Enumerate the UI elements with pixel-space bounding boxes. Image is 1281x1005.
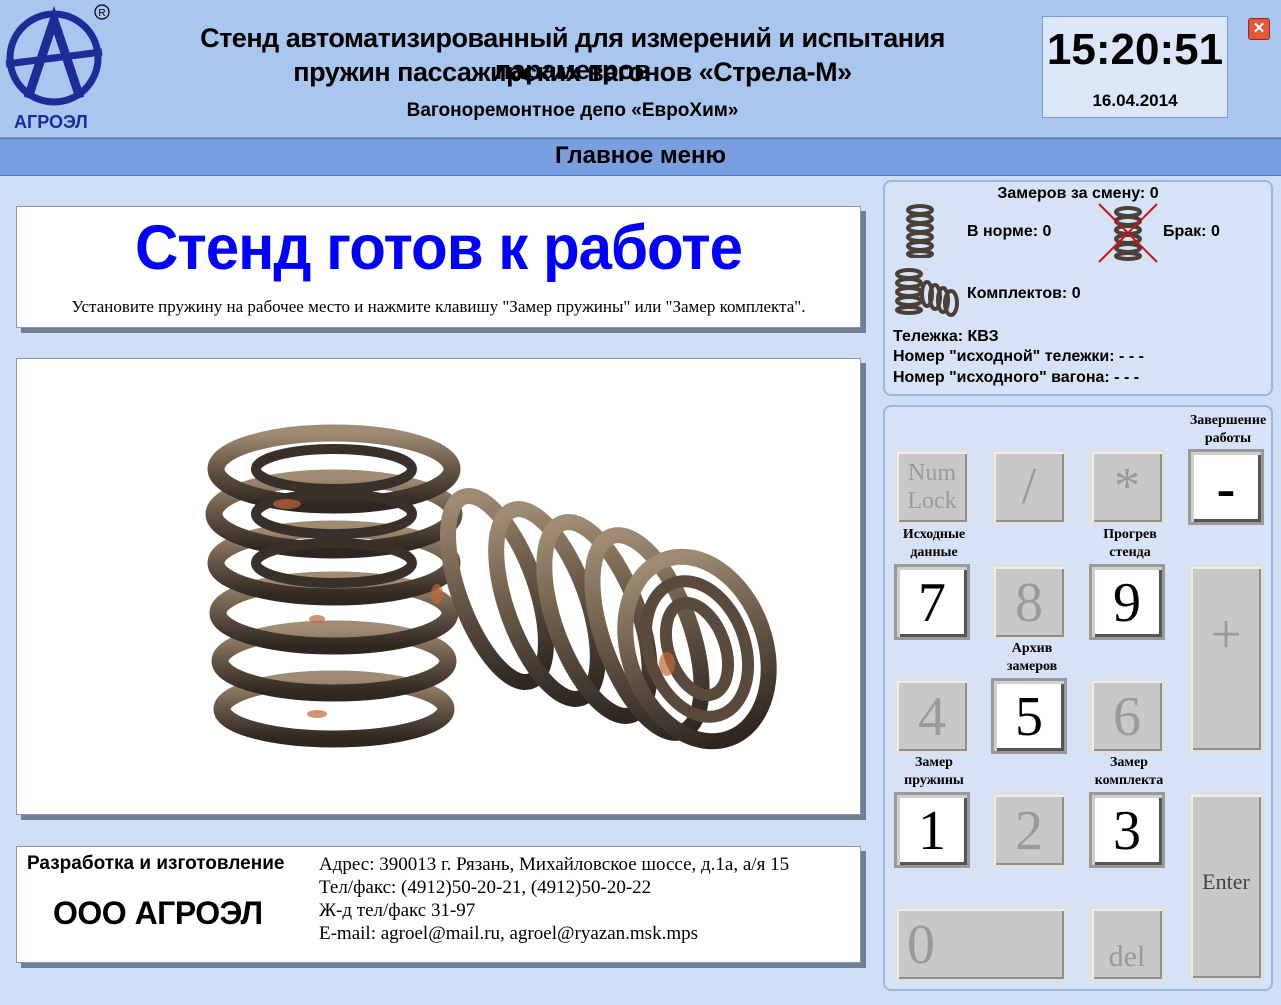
- source-data-label: Исходные данные: [902, 527, 966, 560]
- header: R АГРОЭЛ Стенд автоматизированный для из…: [0, 0, 1281, 138]
- key-9-warmup[interactable]: 9: [1089, 564, 1165, 640]
- key-plus[interactable]: +: [1188, 564, 1264, 753]
- key-2[interactable]: 2: [991, 792, 1067, 868]
- address-line: Адрес: 390013 г. Рязань, Михайловское шо…: [319, 854, 790, 875]
- warmup-label: Прогрев стенда: [1103, 527, 1157, 560]
- springs-image: [205, 424, 777, 750]
- defect-count: Брак: 0: [1163, 223, 1220, 240]
- key-minus-finish[interactable]: -: [1188, 449, 1264, 525]
- agroel-logo: R АГРОЭЛ: [4, 2, 114, 134]
- set-measure-label: Замер комплекта: [1094, 755, 1164, 788]
- logo-text: АГРОЭЛ: [14, 112, 88, 132]
- key-slash[interactable]: /: [991, 449, 1067, 525]
- email-line: E-mail: agroel@mail.ru, agroel@ryazan.ms…: [319, 923, 698, 944]
- close-button[interactable]: ✕: [1248, 18, 1270, 40]
- contact-info: Адрес: 390013 г. Рязань, Михайловское шо…: [319, 853, 789, 945]
- app-title-line2: пружин пассажирских вагонов «Стрела-М»: [293, 57, 852, 87]
- svg-text:R: R: [98, 8, 105, 19]
- phone-line: Тел/факс: (4912)50-20-21, (4912)50-20-22: [319, 877, 652, 898]
- status-message: Стенд готов к работе: [135, 212, 743, 283]
- spring-defect-icon: [1098, 203, 1158, 263]
- key-numlock[interactable]: Num Lock: [894, 449, 970, 525]
- close-icon: ✕: [1252, 20, 1266, 37]
- shift-stats-panel: Замеров за смену: 0 В норме: 0 Брак: 0 К…: [883, 180, 1273, 396]
- key-3-set-measure[interactable]: 3: [1089, 792, 1165, 868]
- spring-measure-label: Замер пружины: [904, 755, 964, 788]
- sets-count: Комплектов: 0: [967, 285, 1081, 302]
- developer-info-panel: Разработка и изготовление ООО АГРОЭЛ Адр…: [16, 846, 861, 963]
- key-delete[interactable]: del: [1089, 906, 1165, 982]
- status-hint: Установите пружину на рабочее место и на…: [71, 297, 806, 316]
- bogie-type: Тележка: КВЗ: [893, 328, 999, 345]
- key-8[interactable]: 8: [991, 564, 1067, 640]
- spring-ok-icon: [906, 204, 934, 258]
- spring-image-panel: [16, 358, 861, 815]
- depot-name: Вагоноремонтное депо «ЕвроХим»: [406, 100, 739, 121]
- key-6[interactable]: 6: [1089, 678, 1165, 754]
- measurements-count: Замеров за смену: 0: [997, 185, 1159, 202]
- menu-title: Главное меню: [554, 142, 727, 169]
- key-4[interactable]: 4: [894, 678, 970, 754]
- source-wagon-number: Номер "исходного" вагона: - - -: [893, 369, 1140, 386]
- key-1-spring-measure[interactable]: 1: [894, 792, 970, 868]
- clock-box: 15:20:51 16.04.2014: [1042, 16, 1228, 118]
- finish-work-label: Завершение работы: [1189, 413, 1267, 446]
- clock-date: 16.04.2014: [1092, 91, 1178, 110]
- rail-phone-line: Ж-д тел/факс 31-97: [319, 900, 476, 921]
- company-name: ООО АГРОЭЛ: [53, 895, 263, 931]
- archive-label: Архив замеров: [1006, 641, 1058, 674]
- key-enter[interactable]: Enter: [1188, 792, 1264, 981]
- menu-bar: Главное меню: [0, 138, 1281, 176]
- clock-time: 15:20:51: [1046, 25, 1224, 74]
- keypad-panel: Завершение работы Исходные данные Прогре…: [883, 405, 1273, 991]
- key-5-archive[interactable]: 5: [991, 678, 1067, 754]
- status-panel: Стенд готов к работе Установите пружину …: [16, 206, 861, 328]
- developer-label: Разработка и изготовление: [27, 853, 285, 874]
- spring-set-icon: [895, 268, 959, 317]
- key-7-source-data[interactable]: 7: [894, 564, 970, 640]
- source-bogie-number: Номер "исходной" тележки: - - -: [893, 348, 1144, 365]
- key-multiply[interactable]: *: [1089, 449, 1165, 525]
- normal-count: В норме: 0: [967, 223, 1052, 240]
- key-0[interactable]: 0: [894, 906, 1067, 982]
